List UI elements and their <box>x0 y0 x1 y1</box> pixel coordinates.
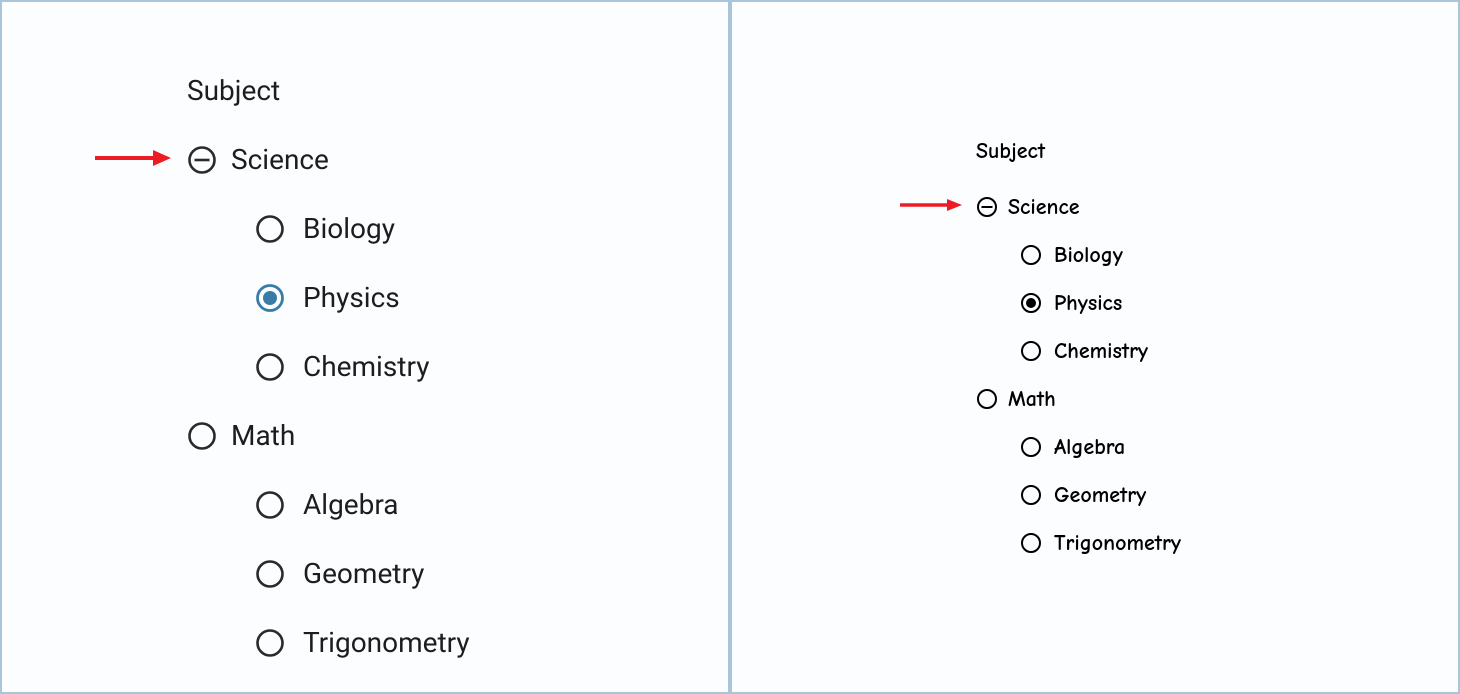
option-algebra[interactable]: Algebra <box>255 488 728 521</box>
annotation-arrow-icon <box>93 147 173 173</box>
option-trigonometry[interactable]: Trigonometry <box>255 626 728 659</box>
option-label: Algebra <box>303 488 399 521</box>
option-label: Biology <box>1054 242 1123 268</box>
radio-selected-icon <box>1020 292 1042 314</box>
subject-heading: Subject <box>976 138 1458 164</box>
group-label: Science <box>231 143 329 176</box>
options-math: Algebra Geometry T <box>976 434 1458 556</box>
option-geometry[interactable]: Geometry <box>1020 482 1458 508</box>
group-header-science[interactable]: Science <box>187 143 728 176</box>
option-label: Chemistry <box>303 350 429 383</box>
radio-unselected-icon <box>255 214 285 244</box>
option-trigonometry[interactable]: Trigonometry <box>1020 530 1458 556</box>
radio-unselected-icon <box>255 490 285 520</box>
radio-unselected-icon <box>1020 436 1042 458</box>
panel-right: Subject Science <box>730 0 1460 694</box>
option-label: Geometry <box>303 557 424 590</box>
group-math: Math Algebra <box>187 419 728 659</box>
option-label: Chemistry <box>1054 338 1148 364</box>
radio-unselected-icon <box>1020 340 1042 362</box>
radio-unselected-icon <box>1020 484 1042 506</box>
option-physics[interactable]: Physics <box>1020 290 1458 316</box>
option-label: Physics <box>1054 290 1122 316</box>
subject-heading: Subject <box>187 74 728 107</box>
annotation-arrow-icon <box>898 196 964 218</box>
options-science: Biology Physics <box>976 242 1458 364</box>
radio-unselected-icon <box>255 559 285 589</box>
radio-unselected-icon <box>1020 532 1042 554</box>
group-header-science[interactable]: Science <box>976 194 1458 220</box>
group-label: Math <box>231 419 295 452</box>
group-label: Science <box>1008 194 1080 220</box>
radio-unselected-icon <box>255 352 285 382</box>
option-biology[interactable]: Biology <box>1020 242 1458 268</box>
group-science: Science Biology <box>976 194 1458 364</box>
radio-unselected-icon <box>255 628 285 658</box>
indeterminate-icon <box>976 196 998 218</box>
option-label: Trigonometry <box>303 626 470 659</box>
option-label: Trigonometry <box>1054 530 1181 556</box>
panel-left: Subject Science <box>0 0 730 694</box>
group-header-math[interactable]: Math <box>976 386 1458 412</box>
group-header-math[interactable]: Math <box>187 419 728 452</box>
option-label: Algebra <box>1054 434 1125 460</box>
group-label: Math <box>1008 386 1056 412</box>
right-content: Subject Science <box>732 2 1458 556</box>
radio-selected-icon <box>255 283 285 313</box>
indeterminate-icon <box>187 145 217 175</box>
option-label: Physics <box>303 281 400 314</box>
left-content: Subject Science <box>2 2 728 659</box>
option-chemistry[interactable]: Chemistry <box>1020 338 1458 364</box>
group-math: Math Algebra <box>976 386 1458 556</box>
option-label: Geometry <box>1054 482 1146 508</box>
radio-unselected-icon <box>1020 244 1042 266</box>
radio-unselected-icon <box>187 421 217 451</box>
option-algebra[interactable]: Algebra <box>1020 434 1458 460</box>
option-physics[interactable]: Physics <box>255 281 728 314</box>
options-science: Biology Physics <box>187 212 728 383</box>
group-science: Science Biology <box>187 143 728 383</box>
option-label: Biology <box>303 212 395 245</box>
option-biology[interactable]: Biology <box>255 212 728 245</box>
option-geometry[interactable]: Geometry <box>255 557 728 590</box>
radio-unselected-icon <box>976 388 998 410</box>
options-math: Algebra Geometry T <box>187 488 728 659</box>
option-chemistry[interactable]: Chemistry <box>255 350 728 383</box>
